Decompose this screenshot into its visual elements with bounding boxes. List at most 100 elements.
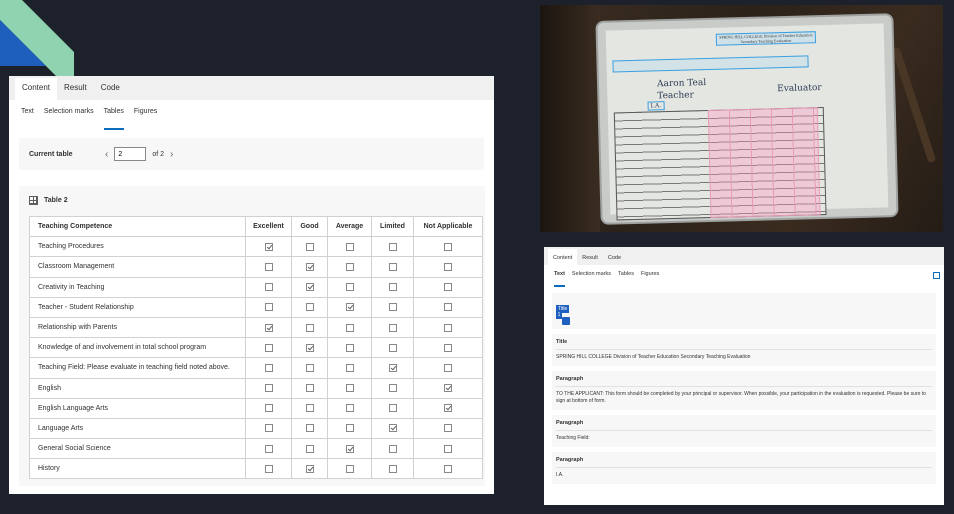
col-good: Good — [291, 215, 328, 238]
checkbox-unchecked[interactable] — [388, 404, 397, 413]
checkbox-unchecked[interactable] — [345, 283, 354, 292]
checkbox-unchecked[interactable] — [345, 242, 354, 251]
checkbox-unchecked[interactable] — [264, 303, 273, 312]
checkbox-unchecked[interactable] — [345, 363, 354, 372]
checkbox-unchecked[interactable] — [345, 424, 354, 433]
form-school: Teacher — [657, 90, 694, 102]
rating-cell — [245, 337, 292, 359]
checkbox-checked[interactable] — [305, 343, 314, 352]
chevron-right-icon[interactable]: › — [170, 149, 173, 160]
tab-code[interactable]: Code — [94, 80, 127, 100]
checkbox-unchecked[interactable] — [388, 283, 397, 292]
content-block[interactable]: Paragraph Teaching Field: — [552, 415, 936, 447]
content-block[interactable]: Paragraph TO THE APPLICANT: This form sho… — [552, 371, 936, 410]
checkbox-checked[interactable] — [305, 464, 314, 473]
checkbox-unchecked[interactable] — [444, 363, 452, 372]
checkbox-unchecked[interactable] — [264, 343, 273, 352]
checkbox-unchecked[interactable] — [264, 363, 273, 372]
checkbox-unchecked[interactable] — [388, 262, 397, 271]
checkbox-unchecked[interactable] — [305, 424, 314, 433]
checkbox-checked[interactable] — [305, 262, 314, 271]
rp-subtab-tables[interactable]: Tables — [618, 271, 634, 287]
subtab-selection-marks[interactable]: Selection marks — [44, 108, 94, 130]
checkbox-unchecked[interactable] — [305, 404, 314, 413]
content-block[interactable]: Paragraph I.A. — [552, 452, 936, 484]
rating-cell — [371, 276, 414, 298]
checkbox-unchecked[interactable] — [388, 323, 397, 332]
tab-content[interactable]: Content — [15, 78, 58, 100]
checkbox-unchecked[interactable] — [388, 343, 397, 352]
checkbox-unchecked[interactable] — [305, 384, 314, 393]
table-title: Table 2 — [44, 196, 68, 204]
checkbox-unchecked[interactable] — [444, 283, 452, 292]
checkbox-checked[interactable] — [345, 303, 354, 312]
checkbox-unchecked[interactable] — [444, 242, 452, 251]
checkbox-unchecked[interactable] — [264, 384, 273, 393]
current-table-bar: Current table ‹ of 2 › — [19, 138, 484, 170]
checkbox-unchecked[interactable] — [305, 242, 314, 251]
tab-result[interactable]: Result — [57, 80, 94, 100]
checkbox-unchecked[interactable] — [264, 424, 273, 433]
checkbox-unchecked[interactable] — [388, 444, 397, 453]
rp-tab-code[interactable]: Code — [603, 255, 626, 265]
checkbox-unchecked[interactable] — [388, 303, 397, 312]
checkbox-unchecked[interactable] — [444, 424, 452, 433]
subtab-figures[interactable]: Figures — [134, 108, 157, 130]
subtab-tables[interactable]: Tables — [103, 108, 124, 130]
rp-tab-result[interactable]: Result — [577, 255, 603, 265]
checkbox-unchecked[interactable] — [388, 242, 397, 251]
rating-cell — [327, 236, 372, 258]
checkbox-checked[interactable] — [388, 424, 397, 433]
table-number-input[interactable] — [114, 147, 147, 161]
checkbox-unchecked[interactable] — [444, 303, 452, 312]
checkbox-checked[interactable] — [444, 404, 452, 413]
checkbox-unchecked[interactable] — [444, 323, 452, 332]
rating-cell — [327, 316, 372, 339]
checkbox-unchecked[interactable] — [345, 323, 354, 332]
checkbox-unchecked[interactable] — [305, 444, 314, 453]
checkbox-unchecked[interactable] — [444, 343, 452, 352]
checkbox-unchecked[interactable] — [305, 323, 314, 332]
subtab-text[interactable]: Text — [21, 108, 34, 130]
rating-cell — [371, 256, 414, 278]
competence-name: Teaching Field: Please evaluate in teach… — [29, 357, 246, 379]
checkbox-unchecked[interactable] — [388, 464, 397, 473]
checkbox-checked[interactable] — [264, 242, 273, 251]
checkbox-unchecked[interactable] — [264, 262, 273, 271]
checkbox-unchecked[interactable] — [345, 464, 354, 473]
checkbox-unchecked[interactable] — [388, 384, 397, 393]
checkbox-unchecked[interactable] — [264, 464, 273, 473]
rp-subtab-selection-marks[interactable]: Selection marks — [572, 271, 611, 287]
chevron-left-icon[interactable]: ‹ — [105, 149, 108, 160]
checkbox-unchecked[interactable] — [305, 363, 314, 372]
rp-subtab-figures[interactable]: Figures — [641, 271, 659, 287]
rp-subtab-text[interactable]: Text — [554, 271, 565, 287]
translate-icon[interactable] — [562, 317, 570, 325]
competence-name: English Language Arts — [29, 397, 246, 419]
checkbox-unchecked[interactable] — [345, 262, 354, 271]
rating-cell — [291, 397, 328, 419]
checkbox-unchecked[interactable] — [345, 343, 354, 352]
checkbox-checked[interactable] — [345, 444, 354, 453]
checkbox-unchecked[interactable] — [444, 464, 452, 473]
checkbox-unchecked[interactable] — [345, 404, 354, 413]
block-type: Title — [556, 339, 932, 350]
rating-cell — [371, 337, 414, 359]
checkbox-unchecked[interactable] — [264, 404, 273, 413]
checkbox-unchecked[interactable] — [264, 444, 273, 453]
checkbox-unchecked[interactable] — [444, 262, 452, 271]
copy-icon[interactable] — [933, 272, 940, 279]
checkbox-checked[interactable] — [388, 363, 397, 372]
rating-cell — [371, 296, 414, 318]
checkbox-checked[interactable] — [444, 384, 452, 393]
checkbox-checked[interactable] — [264, 323, 273, 332]
checkbox-unchecked[interactable] — [264, 283, 273, 292]
checkbox-unchecked[interactable] — [345, 384, 354, 393]
rating-cell — [327, 417, 372, 440]
checkbox-checked[interactable] — [305, 283, 314, 292]
rp-tab-content[interactable]: Content — [548, 249, 578, 265]
checkbox-unchecked[interactable] — [444, 444, 452, 453]
checkbox-unchecked[interactable] — [305, 303, 314, 312]
rating-cell — [371, 316, 414, 339]
content-block[interactable]: Title SPRING HILL COLLEGE Division of Tea… — [552, 334, 936, 366]
